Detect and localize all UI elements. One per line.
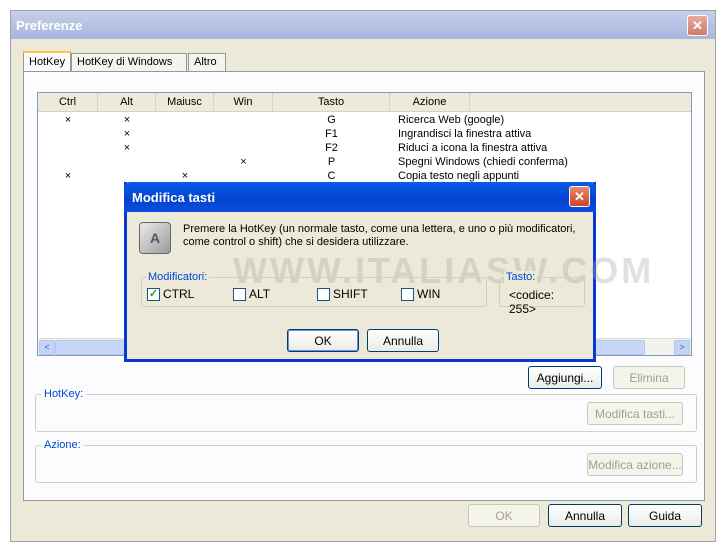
table-row[interactable]: × F1 Ingrandisci la finestra attiva	[38, 128, 691, 142]
scroll-left-icon[interactable]: <	[39, 340, 55, 355]
hotkey-group-label: HotKey:	[41, 388, 87, 400]
dialog-message: Premere la HotKey (un normale tasto, com…	[183, 223, 576, 248]
cell-alt: ×	[123, 114, 131, 126]
key-group: Tasto: <codice: 255>	[499, 271, 585, 316]
tab-altro[interactable]: Altro	[188, 53, 226, 71]
cell-tasto: G	[327, 114, 336, 126]
cell-tasto: C	[327, 170, 336, 182]
action-group-label: Azione:	[41, 439, 84, 451]
checkbox-win[interactable]: WIN	[401, 287, 440, 301]
table-row[interactable]: × P Spegni Windows (chiedi conferma)	[38, 156, 691, 170]
dialog-ok-button[interactable]: OK	[287, 329, 359, 352]
edit-keys-dialog: Modifica tasti ✕ A Premere la HotKey (un…	[124, 182, 651, 362]
list-header: Ctrl Alt Maiusc Win Tasto Azione	[38, 93, 691, 112]
cell-tasto: P	[327, 156, 336, 168]
checkbox-win-box[interactable]	[401, 287, 414, 301]
dialog-cancel-button[interactable]: Annulla	[367, 329, 439, 352]
tab-hotkey[interactable]: HotKey	[23, 51, 71, 72]
column-header-win[interactable]: Win	[214, 93, 273, 112]
dialog-close-button[interactable]: ✕	[569, 186, 590, 207]
column-header-alt[interactable]: Alt	[98, 93, 156, 112]
edit-action-button[interactable]: Modifica azione...	[587, 453, 683, 476]
cell-win: ×	[240, 156, 247, 168]
key-label: Tasto:	[504, 271, 538, 283]
checkbox-alt-box[interactable]	[233, 287, 246, 301]
edit-keys-button[interactable]: Modifica tasti...	[587, 402, 683, 425]
add-button[interactable]: Aggiungi...	[528, 366, 602, 389]
window-close-button[interactable]: ✕	[687, 15, 708, 36]
close-icon: ✕	[692, 18, 703, 33]
ok-button[interactable]: OK	[468, 504, 540, 527]
tab-hotkey-windows[interactable]: HotKey di Windows	[71, 53, 187, 71]
window-title: Preferenze	[11, 11, 715, 39]
checkbox-ctrl-label: CTRL	[163, 287, 195, 301]
checkbox-ctrl[interactable]: ✓ CTRL	[147, 287, 194, 301]
cell-alt: ×	[123, 142, 131, 154]
modifiers-label: Modificatori:	[146, 271, 210, 283]
cell-azione: Ingrandisci la finestra attiva	[398, 128, 532, 140]
modifiers-group: Modificatori: ✓ CTRL ALT SHIFT WIN	[141, 271, 487, 307]
cell-ctrl: ×	[64, 114, 72, 126]
table-row[interactable]: × F2 Riduci a icona la finestra attiva	[38, 142, 691, 156]
checkbox-alt-label: ALT	[249, 287, 271, 301]
column-header-tasto[interactable]: Tasto	[273, 93, 390, 112]
cell-azione: Copia testo negli appunti	[398, 170, 520, 182]
checkbox-shift[interactable]: SHIFT	[317, 287, 368, 301]
column-header-maiusc[interactable]: Maiusc	[156, 93, 214, 112]
cell-alt: ×	[123, 128, 131, 140]
delete-button[interactable]: Elimina	[613, 366, 685, 389]
dialog-title: Modifica tasti	[124, 182, 596, 212]
cell-ctrl: ×	[64, 170, 72, 182]
cell-azione: Riduci a icona la finestra attiva	[398, 142, 548, 154]
hotkey-group: HotKey: Modifica tasti...	[35, 388, 697, 432]
cell-azione: Ricerca Web (google)	[398, 114, 505, 126]
cell-maiusc: ×	[181, 170, 189, 182]
keyboard-key-icon: A	[139, 222, 171, 254]
action-group: Azione: Modifica azione...	[35, 439, 697, 483]
table-row[interactable]: × × G Ricerca Web (google)	[38, 114, 691, 128]
checkbox-shift-label: SHIFT	[333, 287, 368, 301]
checkbox-shift-box[interactable]	[317, 287, 330, 301]
scroll-right-icon[interactable]: >	[674, 340, 690, 355]
close-icon: ✕	[574, 189, 585, 204]
cancel-button[interactable]: Annulla	[548, 504, 622, 527]
key-value: <codice: 255>	[509, 288, 555, 316]
cell-tasto: F1	[325, 128, 338, 140]
cell-tasto: F2	[325, 142, 338, 154]
column-header-ctrl[interactable]: Ctrl	[38, 93, 98, 112]
help-button[interactable]: Guida	[628, 504, 702, 527]
column-header-azione[interactable]: Azione	[390, 93, 470, 112]
checkbox-ctrl-box[interactable]: ✓	[147, 287, 160, 301]
checkbox-alt[interactable]: ALT	[233, 287, 270, 301]
checkbox-win-label: WIN	[417, 287, 441, 301]
cell-azione: Spegni Windows (chiedi conferma)	[398, 156, 568, 168]
